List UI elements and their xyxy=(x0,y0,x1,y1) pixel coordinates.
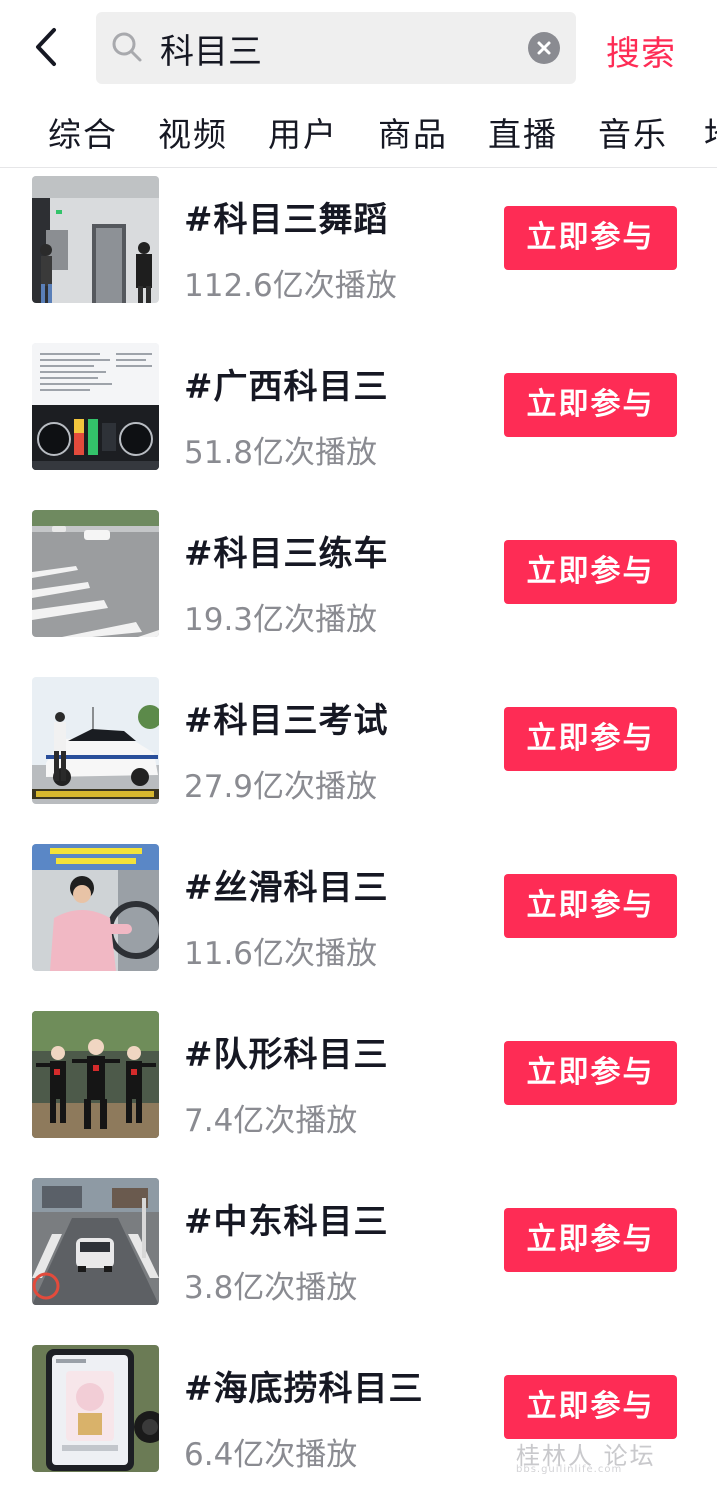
video-thumbnail-image xyxy=(32,1178,159,1305)
video-thumbnail-image xyxy=(32,343,159,470)
tab-location[interactable]: 地 xyxy=(704,108,717,156)
topic-thumbnail[interactable] xyxy=(32,1345,159,1472)
search-header: 搜索 xyxy=(0,0,717,98)
tab-comprehensive[interactable]: 综合 xyxy=(48,108,118,156)
topic-title[interactable]: #广西科目三 xyxy=(184,359,389,408)
tab-users[interactable]: 用户 xyxy=(268,108,338,156)
join-button[interactable]: 立即参与 xyxy=(504,1375,677,1439)
topic-row[interactable]: #队形科目三 7.4亿次播放 立即参与 xyxy=(0,1003,717,1170)
chevron-left-icon xyxy=(36,28,56,66)
topic-row[interactable]: #科目三考试 27.9亿次播放 立即参与 xyxy=(0,669,717,836)
clear-icon xyxy=(537,41,551,55)
topic-row[interactable]: #丝滑科目三 11.6亿次播放 立即参与 xyxy=(0,836,717,1003)
topic-play-count: 19.3亿次播放 xyxy=(184,602,378,638)
topic-thumbnail[interactable] xyxy=(32,176,159,303)
topic-thumbnail[interactable] xyxy=(32,1178,159,1305)
topic-title[interactable]: #队形科目三 xyxy=(184,1027,389,1076)
join-button[interactable]: 立即参与 xyxy=(504,874,677,938)
search-icon xyxy=(112,32,142,62)
tab-videos[interactable]: 视频 xyxy=(158,108,228,156)
join-button[interactable]: 立即参与 xyxy=(504,1041,677,1105)
topic-play-count: 7.4亿次播放 xyxy=(184,1103,358,1139)
topic-row[interactable]: #科目三舞蹈 112.6亿次播放 立即参与 xyxy=(0,168,717,335)
watermark: 桂林人 论坛 bbs.guilinlife.com xyxy=(516,1432,676,1482)
topic-play-count: 3.8亿次播放 xyxy=(184,1270,358,1306)
join-button[interactable]: 立即参与 xyxy=(504,540,677,604)
video-thumbnail-image xyxy=(32,176,159,303)
video-thumbnail-image xyxy=(32,510,159,637)
video-thumbnail-image xyxy=(32,844,159,971)
topic-thumbnail[interactable] xyxy=(32,677,159,804)
topic-thumbnail[interactable] xyxy=(32,343,159,470)
back-button[interactable] xyxy=(26,22,70,72)
video-thumbnail-image xyxy=(32,1011,159,1138)
topic-title[interactable]: #丝滑科目三 xyxy=(184,860,389,909)
topic-title[interactable]: #科目三考试 xyxy=(184,693,389,742)
topic-title[interactable]: #中东科目三 xyxy=(184,1194,389,1243)
tab-products[interactable]: 商品 xyxy=(378,108,448,156)
topic-play-count: 6.4亿次播放 xyxy=(184,1437,358,1473)
topic-row[interactable]: #科目三练车 19.3亿次播放 立即参与 xyxy=(0,502,717,669)
video-thumbnail-image xyxy=(32,677,159,804)
topic-thumbnail[interactable] xyxy=(32,510,159,637)
join-button[interactable]: 立即参与 xyxy=(504,707,677,771)
topic-play-count: 27.9亿次播放 xyxy=(184,769,378,805)
search-submit-button[interactable]: 搜索 xyxy=(606,26,676,75)
search-box[interactable] xyxy=(96,12,576,84)
topic-title[interactable]: #科目三舞蹈 xyxy=(184,192,389,241)
tab-live[interactable]: 直播 xyxy=(488,108,558,156)
topic-thumbnail[interactable] xyxy=(32,844,159,971)
join-button[interactable]: 立即参与 xyxy=(504,1208,677,1272)
topic-play-count: 51.8亿次播放 xyxy=(184,435,378,471)
watermark-url: bbs.guilinlife.com xyxy=(516,1464,623,1475)
topic-play-count: 11.6亿次播放 xyxy=(184,936,378,972)
topic-play-count: 112.6亿次播放 xyxy=(184,268,397,304)
topic-title[interactable]: #海底捞科目三 xyxy=(184,1361,424,1410)
topic-row[interactable]: #中东科目三 3.8亿次播放 立即参与 xyxy=(0,1170,717,1337)
topic-thumbnail[interactable] xyxy=(32,1011,159,1138)
topic-row[interactable]: #广西科目三 51.8亿次播放 立即参与 xyxy=(0,335,717,502)
video-thumbnail-image xyxy=(32,1345,159,1472)
topic-title[interactable]: #科目三练车 xyxy=(184,526,389,575)
search-results-screen: 搜索 综合 视频 用户 商品 直播 音乐 地 xyxy=(0,0,717,1500)
search-tabs: 综合 视频 用户 商品 直播 音乐 地 xyxy=(0,98,717,168)
tab-music[interactable]: 音乐 xyxy=(598,108,668,156)
join-button[interactable]: 立即参与 xyxy=(504,206,677,270)
search-input[interactable] xyxy=(160,24,520,72)
clear-search-button[interactable] xyxy=(528,32,560,64)
join-button[interactable]: 立即参与 xyxy=(504,373,677,437)
